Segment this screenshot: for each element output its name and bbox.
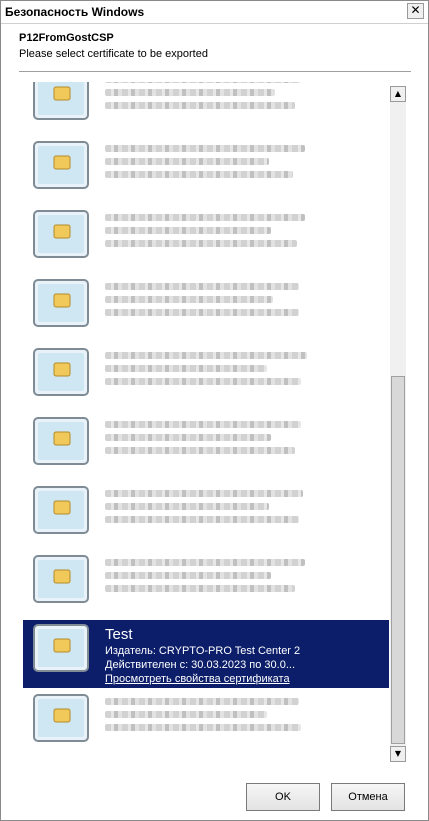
list-item[interactable] (23, 206, 389, 274)
selected-cert-info: Test Издатель: CRYPTO-PRO Test Center 2 … (105, 626, 300, 686)
blurred-cert-info (105, 145, 305, 184)
dialog-subtitle: Please select certificate to be exported (19, 48, 208, 60)
certificate-list[interactable]: Test Издатель: CRYPTO-PRO Test Center 2 … (19, 82, 389, 762)
window-title: Безопасность Windows (5, 5, 145, 19)
blurred-cert-info (105, 82, 301, 115)
certificate-card-icon (33, 348, 89, 396)
scroll-down-icon[interactable]: ▼ (390, 746, 406, 762)
list-item[interactable] (23, 275, 389, 343)
blurred-cert-info (105, 421, 301, 460)
blurred-cert-info (105, 698, 301, 737)
certificate-card-icon (33, 555, 89, 603)
list-item[interactable] (23, 344, 389, 412)
list-item[interactable] (23, 482, 389, 550)
certificate-card-icon (33, 279, 89, 327)
cert-issuer: Издатель: CRYPTO-PRO Test Center 2 (105, 645, 301, 657)
list-item-selected[interactable]: Test Издатель: CRYPTO-PRO Test Center 2 … (23, 620, 389, 688)
cancel-button[interactable]: Отмена (331, 783, 405, 811)
certificate-card-icon (33, 624, 89, 672)
certificate-card-icon (33, 694, 89, 742)
title-bar: Безопасность Windows ✕ (1, 1, 428, 24)
list-item[interactable] (23, 690, 389, 758)
scrollbar-thumb[interactable] (391, 376, 405, 744)
certificate-card-icon (33, 417, 89, 465)
ok-button[interactable]: OK (246, 783, 320, 811)
list-item[interactable] (23, 413, 389, 481)
certificate-card-icon (33, 210, 89, 258)
blurred-cert-info (105, 283, 299, 322)
cert-name: Test (105, 626, 133, 643)
certificate-card-icon (33, 82, 89, 120)
blurred-cert-info (105, 559, 305, 598)
list-item[interactable] (23, 137, 389, 205)
list-item[interactable] (23, 551, 389, 619)
vertical-scrollbar[interactable]: ▲ ▼ (390, 86, 406, 762)
blurred-cert-info (105, 214, 305, 253)
blurred-cert-info (105, 490, 303, 529)
header-separator (19, 71, 411, 72)
scroll-up-icon[interactable]: ▲ (390, 86, 406, 102)
certificate-card-icon (33, 486, 89, 534)
view-properties-link[interactable]: Просмотреть свойства сертификата (105, 672, 300, 686)
close-button[interactable]: ✕ (407, 3, 424, 19)
dialog-window: Безопасность Windows ✕ P12FromGostCSP Pl… (0, 0, 429, 821)
list-item[interactable] (23, 82, 389, 136)
blurred-cert-info (105, 352, 307, 391)
cert-validity: Действителен с: 30.03.2023 по 30.0... (105, 659, 296, 671)
dialog-title: P12FromGostCSP (19, 32, 114, 44)
certificate-card-icon (33, 141, 89, 189)
